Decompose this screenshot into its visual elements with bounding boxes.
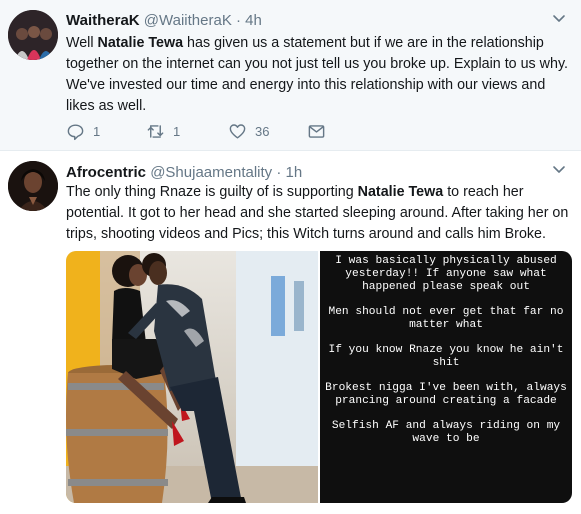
retweet-icon [147,125,164,138]
heart-icon [229,124,246,139]
user-handle[interactable]: @Shujaamentality [150,164,272,181]
avatar[interactable] [8,10,58,60]
retweet-count: 1 [173,124,181,139]
couple-photo-illustration [66,251,318,503]
tweet-text: The only thing Rnaze is guilty of is sup… [66,182,571,245]
retweet-button[interactable]: 1 [146,122,180,141]
story-text: I was basically physically abused yester… [320,255,572,458]
reply-icon [67,124,84,141]
tweet-text: Well Natalie Tewa has given us a stateme… [66,33,571,117]
separator-dot: · [236,12,241,29]
tweet-media[interactable]: I was basically physically abused yester… [66,251,572,503]
couple-photo[interactable] [66,251,318,503]
story-line: Men should not ever get that far no matt… [328,306,564,331]
instagram-story-panel[interactable]: I was basically physically abused yester… [320,251,572,503]
user-handle[interactable]: @WaiitheraK [144,12,232,29]
tweet-afrocentric[interactable]: Afrocentric @Shujaamentality · 1h The on… [0,151,581,514]
tweet-text-part: The only thing Rnaze is guilty of is sup… [66,184,358,200]
mention-name: Natalie Tewa [357,184,444,200]
direct-message-icon [308,125,325,138]
mention-name: Natalie Tewa [97,35,184,51]
caret-down-icon[interactable] [551,161,567,177]
timestamp[interactable]: 1h [286,164,303,181]
tweet-waitherak[interactable]: WaitheraK @WaiitheraK · 4h Well Natalie … [0,0,581,151]
like-button[interactable]: 36 [228,122,269,141]
timestamp[interactable]: 4h [245,12,262,29]
tweet-actions: 1 1 36 [66,122,366,142]
tweet-text-part: Well [66,35,98,51]
avatar-photo [8,161,58,211]
direct-message-button[interactable] [307,122,326,141]
tweet-header: Afrocentric @Shujaamentality · 1h [66,164,302,181]
story-line: If you know Rnaze you know he ain't shit [328,344,564,369]
display-name[interactable]: WaitheraK [66,12,140,29]
display-name[interactable]: Afrocentric [66,164,146,181]
reply-button[interactable]: 1 [66,122,100,141]
story-line: I was basically physically abused yester… [335,255,557,293]
avatar-photo [8,10,58,60]
caret-down-icon[interactable] [551,10,567,26]
story-line: Brokest nigga I've been with, always pra… [325,382,567,407]
reply-count: 1 [93,124,101,139]
like-count: 36 [255,124,270,139]
tweet-header: WaitheraK @WaiitheraK · 4h [66,12,262,29]
avatar[interactable] [8,161,58,211]
separator-dot: · [276,164,282,181]
story-line: Selfish AF and always riding on my wave … [331,420,561,445]
